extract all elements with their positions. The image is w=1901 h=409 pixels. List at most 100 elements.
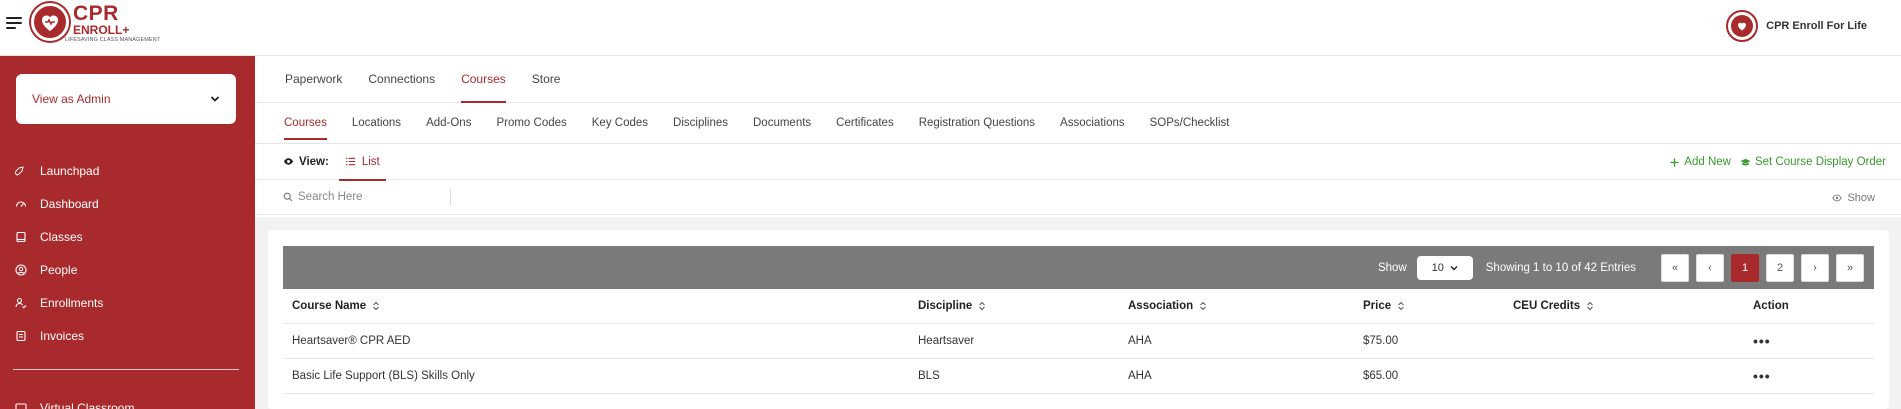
sidebar-item-people[interactable]: People (0, 253, 255, 286)
secondary-tabs: Courses Locations Add-Ons Promo Codes Ke… (255, 103, 1901, 144)
list-icon (345, 157, 355, 166)
subtab-courses[interactable]: Courses (284, 103, 327, 144)
courses-table-card: Show 10 Showing 1 to 10 of 42 Entries « … (268, 230, 1889, 409)
search-icon (283, 192, 293, 202)
sidebar-item-virtual-classroom[interactable]: Virtual Classroom (15, 401, 134, 409)
more-options-icon[interactable]: ••• (1753, 333, 1771, 349)
role-select[interactable]: View as Admin (16, 74, 236, 124)
next-page-button[interactable]: › (1801, 253, 1829, 282)
column-header-price[interactable]: Price (1354, 289, 1504, 324)
subtab-registration-questions[interactable]: Registration Questions (919, 103, 1035, 144)
table-row[interactable]: Basic Life Support (BLS) Skills Only BLS… (283, 358, 1874, 394)
show-entries-label: Show (1377, 261, 1407, 274)
invoice-icon (15, 330, 27, 342)
per-page-select[interactable]: 10 (1416, 255, 1473, 280)
cell-course-name: Basic Life Support (BLS) Skills Only (283, 358, 909, 394)
set-display-order-button[interactable]: Set Course Display Order (1740, 156, 1886, 168)
column-label: Association (1128, 299, 1194, 312)
sidebar-item-label: Classes (40, 229, 83, 244)
table-toolbar: Show 10 Showing 1 to 10 of 42 Entries « … (283, 246, 1874, 289)
subtab-associations[interactable]: Associations (1060, 103, 1125, 144)
search-input[interactable] (298, 191, 448, 203)
show-columns-toggle[interactable]: Show (1832, 180, 1875, 215)
org-logo-icon (1726, 10, 1759, 42)
set-display-order-label: Set Course Display Order (1754, 156, 1886, 168)
sidebar-item-label: People (40, 262, 78, 277)
top-header: CPR ENROLL+ LIFESAVING CLASS MANAGEMENT … (0, 0, 1901, 56)
page-1-button[interactable]: 1 (1731, 253, 1759, 282)
table-row[interactable]: Heartsaver® CPR AED Heartsaver AHA $75.0… (283, 323, 1874, 359)
cell-course-name: Heartsaver® CPR AED (283, 323, 909, 359)
sort-icon (979, 301, 986, 310)
column-header-ceu-credits[interactable]: CEU Credits (1504, 289, 1744, 324)
subtab-certificates[interactable]: Certificates (836, 103, 894, 144)
rocket-icon (15, 165, 27, 177)
per-page-value: 10 (1431, 261, 1444, 274)
graduation-cap-icon (1740, 158, 1751, 165)
logo-heart-icon (31, 3, 69, 41)
sort-icon (1398, 301, 1404, 310)
subtab-key-codes[interactable]: Key Codes (592, 103, 648, 144)
sort-icon (1587, 301, 1593, 310)
chevron-down-icon (210, 96, 220, 102)
sidebar-item-label: Dashboard (40, 196, 99, 211)
sidebar-item-label: Virtual Classroom (40, 401, 135, 409)
subtab-disciplines[interactable]: Disciplines (673, 103, 728, 144)
logo-tagline: LIFESAVING CLASS MANAGEMENT (65, 37, 161, 43)
main-content: Paperwork Connections Courses Store Cour… (255, 56, 1901, 409)
chevron-down-icon (1450, 265, 1458, 270)
book-icon (15, 231, 27, 243)
monitor-icon (15, 402, 27, 409)
add-new-label: Add New (1684, 156, 1731, 168)
subtab-add-ons[interactable]: Add-Ons (426, 103, 471, 144)
table-header-row: Course Name Discipline Association Price… (283, 289, 1874, 324)
prev-page-button[interactable]: ‹ (1696, 253, 1724, 282)
add-new-button[interactable]: Add New (1669, 156, 1731, 168)
cell-price: $75.00 (1354, 323, 1504, 359)
sidebar-item-enrollments[interactable]: Enrollments (0, 286, 255, 319)
cell-ceu-credits (1504, 358, 1744, 394)
sidebar-item-classes[interactable]: Classes (0, 220, 255, 253)
column-header-action: Action (1744, 289, 1874, 324)
sidebar-item-dashboard[interactable]: Dashboard (0, 187, 255, 220)
app-logo[interactable]: CPR ENROLL+ LIFESAVING CLASS MANAGEMENT (31, 3, 160, 51)
view-label: View: (299, 155, 329, 168)
subtab-sops-checklist[interactable]: SOPs/Checklist (1150, 103, 1230, 144)
column-header-discipline[interactable]: Discipline (909, 289, 1119, 324)
org-profile[interactable]: CPR Enroll For Life (1726, 10, 1867, 42)
entries-summary: Showing 1 to 10 of 42 Entries (1485, 261, 1636, 274)
column-label: Price (1363, 299, 1392, 312)
subtab-documents[interactable]: Documents (753, 103, 811, 144)
sidebar-nav: Launchpad Dashboard Classes People Enrol… (0, 154, 255, 352)
user-check-icon (15, 297, 27, 309)
tab-courses[interactable]: Courses (461, 55, 506, 103)
column-label: Course Name (292, 299, 367, 312)
role-select-value: View as Admin (32, 92, 111, 106)
column-header-course-name[interactable]: Course Name (283, 289, 909, 324)
sidebar-item-invoices[interactable]: Invoices (0, 319, 255, 352)
primary-tabs: Paperwork Connections Courses Store (255, 56, 1901, 103)
list-view-tab[interactable]: List (338, 144, 386, 181)
first-page-button[interactable]: « (1661, 253, 1689, 282)
column-header-association[interactable]: Association (1119, 289, 1354, 324)
page-2-button[interactable]: 2 (1766, 253, 1794, 282)
list-view-label: List (361, 155, 380, 168)
subtab-locations[interactable]: Locations (352, 103, 401, 144)
cell-association: AHA (1119, 323, 1354, 359)
plus-icon (1670, 157, 1679, 167)
sidebar-divider (13, 369, 239, 370)
sidebar-item-launchpad[interactable]: Launchpad (0, 154, 255, 187)
tab-paperwork[interactable]: Paperwork (285, 55, 342, 102)
user-circle-icon (15, 263, 27, 276)
courses-table: Course Name Discipline Association Price… (283, 289, 1874, 394)
last-page-button[interactable]: » (1836, 253, 1864, 282)
tab-store[interactable]: Store (532, 55, 561, 102)
tab-connections[interactable]: Connections (368, 55, 435, 102)
sidebar-item-label: Launchpad (40, 163, 100, 178)
cell-discipline: Heartsaver (909, 323, 1119, 359)
more-options-icon[interactable]: ••• (1753, 368, 1771, 384)
subtab-promo-codes[interactable]: Promo Codes (496, 103, 566, 144)
org-name: CPR Enroll For Life (1766, 20, 1867, 32)
hamburger-menu-icon[interactable] (6, 17, 22, 30)
sidebar-item-label: Enrollments (40, 295, 104, 310)
